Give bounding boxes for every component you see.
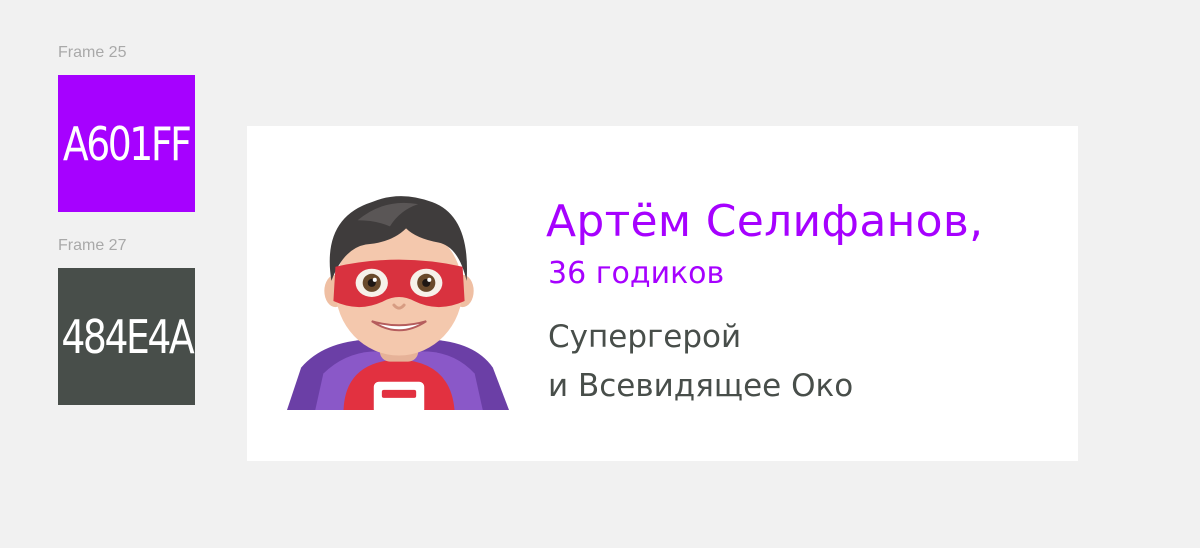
frame-27-label: Frame 27 <box>58 237 127 254</box>
profile-age: 36 годиков <box>548 256 725 291</box>
profile-name: Артём Селифанов, <box>546 196 984 247</box>
frame-25-swatch[interactable]: A601FF <box>58 75 195 212</box>
profile-description-line: и Всевидящее Око <box>548 368 854 404</box>
frame-25-hex: A601FF <box>63 116 192 171</box>
frame-27-hex: 484E4A <box>61 309 194 364</box>
superhero-memoji-icon <box>287 196 509 410</box>
profile-card: Артём Селифанов, 36 годиков Супергерой и… <box>247 126 1078 461</box>
profile-description-line: Супергерой <box>548 319 742 355</box>
frame-25-label: Frame 25 <box>58 44 127 61</box>
profile-description: Супергерой и Всевидящее Око <box>548 313 853 411</box>
frame-27-swatch[interactable]: 484E4A <box>58 268 195 405</box>
